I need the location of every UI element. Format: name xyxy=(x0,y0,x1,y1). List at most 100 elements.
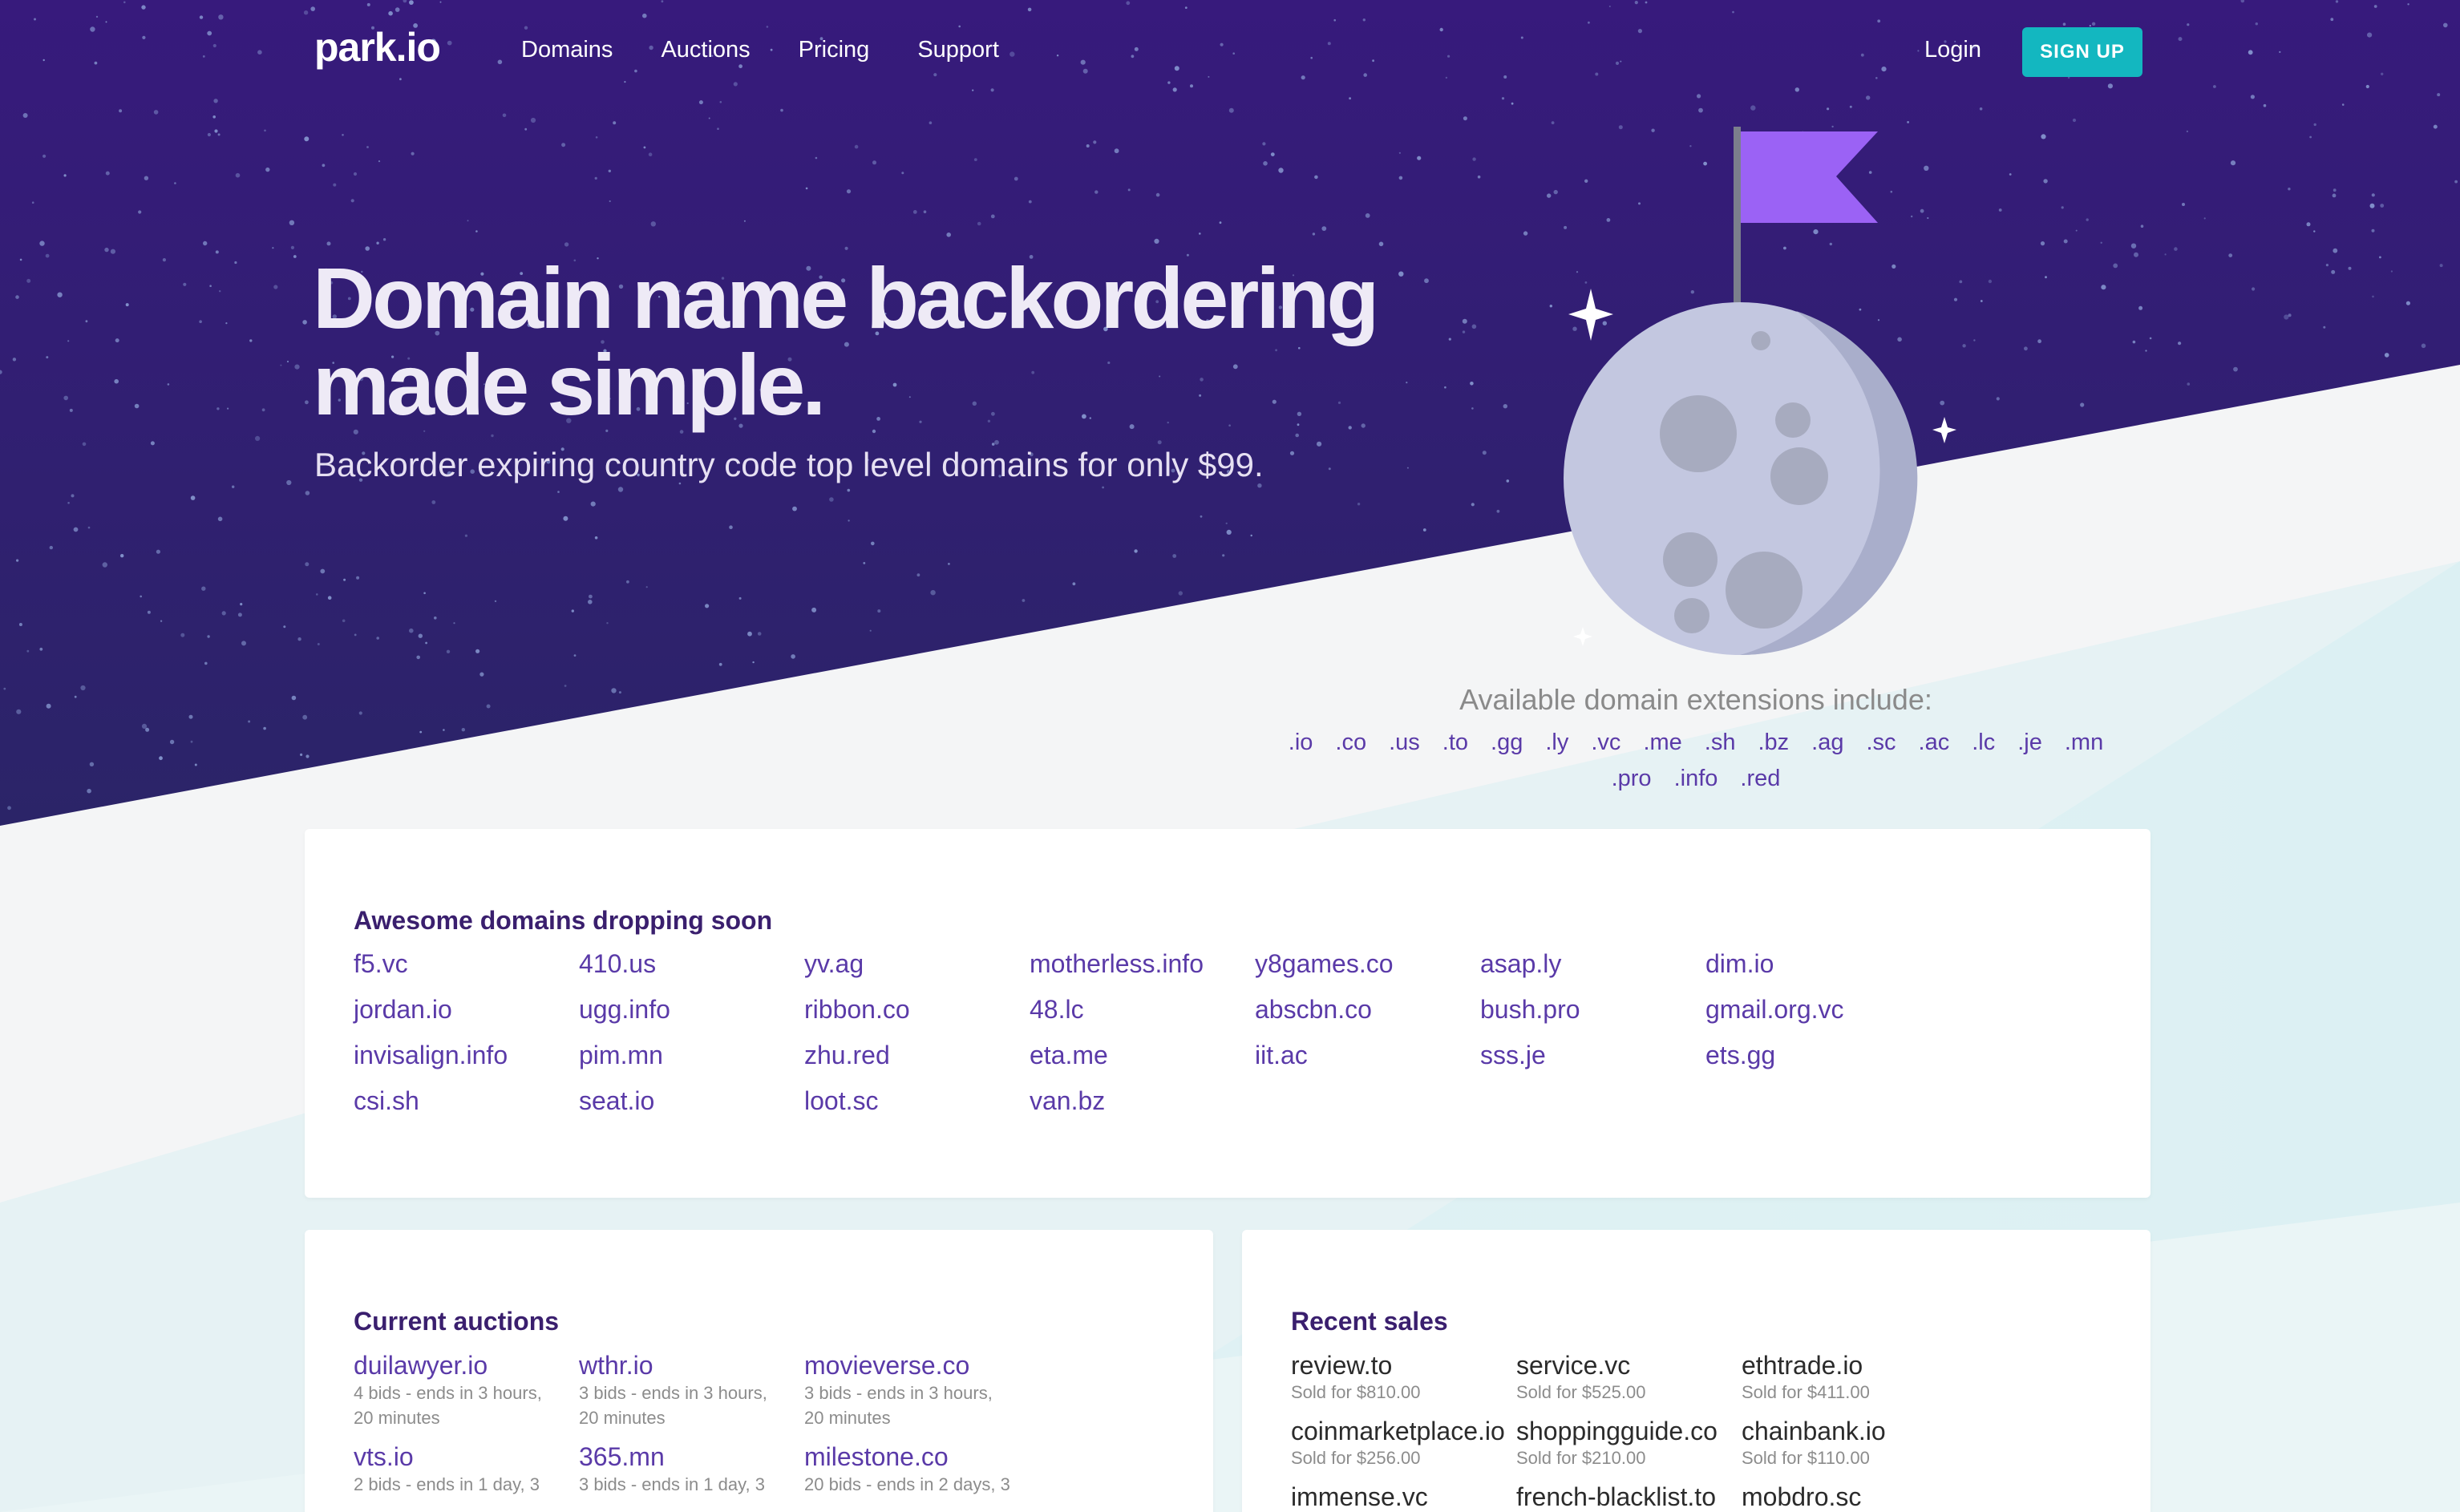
extension-link[interactable]: .ag xyxy=(1811,726,1843,758)
star xyxy=(425,641,427,645)
star xyxy=(573,654,577,657)
login-link[interactable]: Login xyxy=(1924,37,1981,63)
dropping-domain-link[interactable]: ets.gg xyxy=(1705,1041,1931,1070)
dropping-domain-link[interactable]: eta.me xyxy=(1030,1041,1255,1070)
extension-link[interactable]: .io xyxy=(1289,726,1313,758)
star xyxy=(564,242,569,247)
star xyxy=(2306,222,2311,227)
star xyxy=(1102,486,1104,489)
extension-link[interactable]: .lc xyxy=(1972,726,1995,758)
dropping-domain-link[interactable]: pim.mn xyxy=(579,1041,804,1070)
current-auctions-title: Current auctions xyxy=(354,1307,560,1336)
dropping-domain-link[interactable]: van.bz xyxy=(1030,1086,1255,1116)
star xyxy=(1849,105,1852,108)
star xyxy=(1503,404,1508,409)
star xyxy=(423,592,426,595)
dropping-domain-link[interactable]: jordan.io xyxy=(354,995,579,1025)
signup-button[interactable]: SIGN UP xyxy=(2022,27,2142,77)
nav-link-auctions[interactable]: Auctions xyxy=(661,37,750,63)
sale-domain-link[interactable]: shoppingguide.co xyxy=(1516,1417,1718,1445)
dropping-domain-link[interactable]: csi.sh xyxy=(354,1086,579,1116)
star xyxy=(717,127,719,130)
star xyxy=(1417,156,1422,160)
dropping-domain-link[interactable]: ugg.info xyxy=(579,995,804,1025)
star xyxy=(1278,168,1284,173)
dropping-domain-link[interactable]: loot.sc xyxy=(804,1086,1030,1116)
star xyxy=(901,172,904,175)
extension-link[interactable]: .je xyxy=(2017,726,2042,758)
star xyxy=(1506,479,1510,483)
star xyxy=(300,753,303,757)
dropping-domain-link[interactable]: 410.us xyxy=(579,949,804,979)
extension-link[interactable]: .ly xyxy=(1545,726,1568,758)
auction-bid-info: 20 bids - ends in 2 days, 3 xyxy=(804,1474,1010,1494)
nav-link-pricing[interactable]: Pricing xyxy=(799,37,870,63)
nav-link-support[interactable]: Support xyxy=(917,37,999,63)
extension-link[interactable]: .vc xyxy=(1591,726,1620,758)
auction-domain-link[interactable]: movieverse.co xyxy=(804,1351,969,1380)
auction-domain-link[interactable]: milestone.co xyxy=(804,1442,949,1471)
extension-link[interactable]: .co xyxy=(1335,726,1366,758)
star xyxy=(217,133,221,136)
auction-domain-link[interactable]: 365.mn xyxy=(579,1442,665,1471)
sale-domain-link[interactable]: coinmarketplace.io xyxy=(1291,1417,1505,1445)
crater xyxy=(1775,402,1811,438)
dropping-domain-link[interactable]: seat.io xyxy=(579,1086,804,1116)
extension-link[interactable]: .mn xyxy=(2065,726,2103,758)
dropping-domain-link[interactable]: ribbon.co xyxy=(804,995,1030,1025)
extension-link[interactable]: .to xyxy=(1442,726,1468,758)
sale-domain-link[interactable]: chainbank.io xyxy=(1742,1417,1886,1445)
star xyxy=(2130,243,2137,249)
dropping-domain-link[interactable]: motherless.info xyxy=(1030,949,1255,979)
extension-link[interactable]: .sh xyxy=(1705,726,1736,758)
extension-link[interactable]: .sc xyxy=(1866,726,1896,758)
extension-link[interactable]: .ac xyxy=(1919,726,1950,758)
extension-link[interactable]: .pro xyxy=(1612,762,1652,794)
extension-link[interactable]: .info xyxy=(1674,762,1718,794)
dropping-domain-link[interactable]: dim.io xyxy=(1705,949,1931,979)
sale-domain-link[interactable]: ethtrade.io xyxy=(1742,1351,1863,1380)
star xyxy=(26,649,30,653)
star xyxy=(618,691,621,694)
flag xyxy=(1741,131,1878,223)
star xyxy=(1093,140,1097,144)
site-logo[interactable]: park.io xyxy=(314,24,441,71)
sale-domain-link[interactable]: french-blacklist.to xyxy=(1516,1482,1716,1511)
star xyxy=(872,429,876,434)
extension-link[interactable]: .bz xyxy=(1758,726,1789,758)
dropping-domain-link[interactable]: sss.je xyxy=(1480,1041,1705,1070)
star xyxy=(85,320,88,323)
dropping-domain-link[interactable]: abscbn.co xyxy=(1255,995,1480,1025)
nav-link-domains[interactable]: Domains xyxy=(521,37,613,63)
sale-domain-link[interactable]: mobdro.sc xyxy=(1742,1482,1861,1511)
extension-link[interactable]: .me xyxy=(1643,726,1681,758)
star xyxy=(912,210,917,214)
dropping-domain-link[interactable]: y8games.co xyxy=(1255,949,1480,979)
extension-link[interactable]: .red xyxy=(1740,762,1780,794)
star xyxy=(305,754,310,758)
dropping-domain-link[interactable]: yv.ag xyxy=(804,949,1030,979)
sale-domain-link[interactable]: immense.vc xyxy=(1291,1482,1428,1511)
sale-domain-link[interactable]: service.vc xyxy=(1516,1351,1630,1380)
star xyxy=(409,628,414,633)
star xyxy=(272,247,274,249)
dropping-domain-link[interactable]: bush.pro xyxy=(1480,995,1705,1025)
dropping-domain-link[interactable]: asap.ly xyxy=(1480,949,1705,979)
auction-domain-link[interactable]: duilawyer.io xyxy=(354,1351,488,1380)
dropping-domain-link[interactable]: iit.ac xyxy=(1255,1041,1480,1070)
dropping-domain-link[interactable]: gmail.org.vc xyxy=(1705,995,1931,1025)
dropping-domain-link[interactable]: 48.lc xyxy=(1030,995,1255,1025)
auction-domain-link[interactable]: wthr.io xyxy=(579,1351,653,1380)
auction-domain-link[interactable]: vts.io xyxy=(354,1442,414,1471)
extension-link[interactable]: .us xyxy=(1389,726,1420,758)
star xyxy=(2024,346,2028,351)
star xyxy=(973,158,977,162)
dropping-domain-link[interactable]: invisalign.info xyxy=(354,1041,579,1070)
sale-domain-link[interactable]: review.to xyxy=(1291,1351,1392,1380)
star xyxy=(49,545,53,550)
extension-link[interactable]: .gg xyxy=(1491,726,1523,758)
star xyxy=(19,258,22,261)
star xyxy=(46,356,49,359)
dropping-domain-link[interactable]: f5.vc xyxy=(354,949,579,979)
dropping-domain-link[interactable]: zhu.red xyxy=(804,1041,1030,1070)
